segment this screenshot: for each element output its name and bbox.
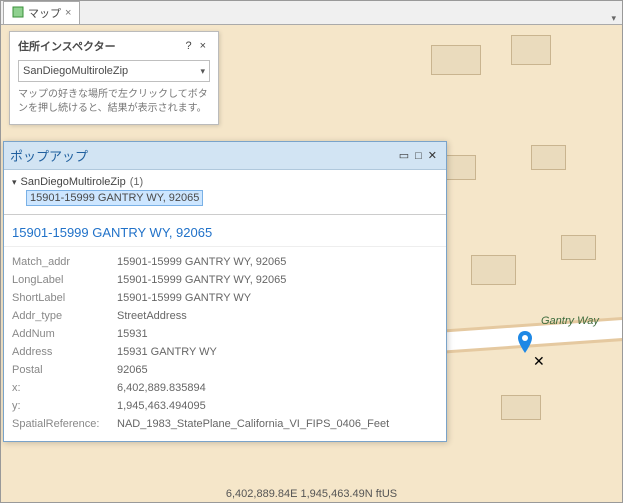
locator-value: SanDiegoMultiroleZip: [23, 65, 128, 77]
field-value: 15931: [117, 328, 438, 340]
inspector-hint: マップの好きな場所で左クリックしてボタンを押し続けると、結果が表示されます。: [18, 88, 210, 116]
field-value: 92065: [117, 364, 438, 376]
tree-selected-feature: 15901-15999 GANTRY WY, 92065: [26, 190, 203, 206]
maximize-icon[interactable]: □: [412, 150, 425, 162]
popup-header[interactable]: ポップアップ ▭ □ ✕: [4, 142, 446, 170]
field-key: y:: [12, 400, 117, 412]
tree-layer-name: SanDiegoMultiroleZip: [21, 176, 126, 188]
field-key: x:: [12, 382, 117, 394]
popup-feature-title[interactable]: 15901-15999 GANTRY WY, 92065: [4, 215, 446, 247]
map-view: マップ × ▾ Gantry Way ✕ 住所インスペクター ? ×: [0, 0, 623, 503]
close-icon[interactable]: ✕: [425, 149, 440, 162]
field-row: Match_addr15901-15999 GANTRY WY, 92065: [12, 253, 438, 271]
field-value: NAD_1983_StatePlane_California_VI_FIPS_0…: [117, 418, 438, 430]
close-button[interactable]: ×: [196, 40, 210, 52]
building-footprint: [531, 145, 566, 170]
tab-bar: マップ × ▾: [1, 1, 622, 25]
field-key: Addr_type: [12, 310, 117, 322]
field-value: 15901-15999 GANTRY WY: [117, 292, 438, 304]
field-key: Address: [12, 346, 117, 358]
building-footprint: [511, 35, 551, 65]
coordinate-status: 6,402,889.84E 1,945,463.49N ftUS: [1, 488, 622, 500]
field-key: AddNum: [12, 328, 117, 340]
field-key: LongLabel: [12, 274, 117, 286]
inspector-header: 住所インスペクター ? ×: [18, 38, 210, 54]
field-value: 1,945,463.494095: [117, 400, 438, 412]
popup-panel: ポップアップ ▭ □ ✕ ▾ SanDiegoMultiroleZip (1) …: [3, 141, 447, 442]
field-key: SpatialReference:: [12, 418, 117, 430]
field-value: StreetAddress: [117, 310, 438, 322]
field-row: AddNum15931: [12, 325, 438, 343]
field-key: ShortLabel: [12, 292, 117, 304]
field-value: 6,402,889.835894: [117, 382, 438, 394]
field-value: 15901-15999 GANTRY WY, 92065: [117, 274, 438, 286]
road-label: Gantry Way: [541, 315, 599, 327]
tab-map[interactable]: マップ ×: [3, 1, 80, 24]
tree-count: (1): [130, 176, 143, 188]
chevron-down-icon: ▾: [200, 66, 205, 77]
help-button[interactable]: ?: [181, 40, 195, 52]
tab-label: マップ: [28, 5, 61, 21]
field-row: ShortLabel15901-15999 GANTRY WY: [12, 289, 438, 307]
field-row: LongLabel15901-15999 GANTRY WY, 92065: [12, 271, 438, 289]
inspector-title: 住所インスペクター: [18, 38, 116, 54]
field-row: y:1,945,463.494095: [12, 397, 438, 415]
building-footprint: [561, 235, 596, 260]
field-row: x:6,402,889.835894: [12, 379, 438, 397]
locator-combobox[interactable]: SanDiegoMultiroleZip ▾: [18, 60, 210, 82]
tree-layer-row[interactable]: ▾ SanDiegoMultiroleZip (1): [12, 176, 438, 188]
expand-icon[interactable]: ▾: [12, 177, 17, 188]
location-marker-icon: [517, 331, 533, 355]
field-row: SpatialReference:NAD_1983_StatePlane_Cal…: [12, 415, 438, 433]
popup-tree: ▾ SanDiegoMultiroleZip (1) 15901-15999 G…: [4, 170, 446, 215]
field-row: Addr_typeStreetAddress: [12, 307, 438, 325]
tree-feature-row[interactable]: 15901-15999 GANTRY WY, 92065: [26, 190, 438, 206]
map-icon: [12, 6, 24, 21]
field-key: Postal: [12, 364, 117, 376]
close-icon[interactable]: ×: [65, 7, 71, 19]
minimize-icon[interactable]: ▭: [396, 149, 412, 162]
popup-title: ポップアップ: [10, 146, 88, 165]
field-row: Postal92065: [12, 361, 438, 379]
field-key: Match_addr: [12, 256, 117, 268]
tab-overflow-button[interactable]: ▾: [611, 13, 616, 24]
address-inspector-panel: 住所インスペクター ? × SanDiegoMultiroleZip ▾ マップ…: [9, 31, 219, 125]
field-value: 15931 GANTRY WY: [117, 346, 438, 358]
building-footprint: [471, 255, 516, 285]
building-footprint: [501, 395, 541, 420]
popup-fields: Match_addr15901-15999 GANTRY WY, 92065 L…: [4, 247, 446, 441]
crosshair-icon: ✕: [533, 353, 545, 370]
field-row: Address15931 GANTRY WY: [12, 343, 438, 361]
building-footprint: [431, 45, 481, 75]
field-value: 15901-15999 GANTRY WY, 92065: [117, 256, 438, 268]
